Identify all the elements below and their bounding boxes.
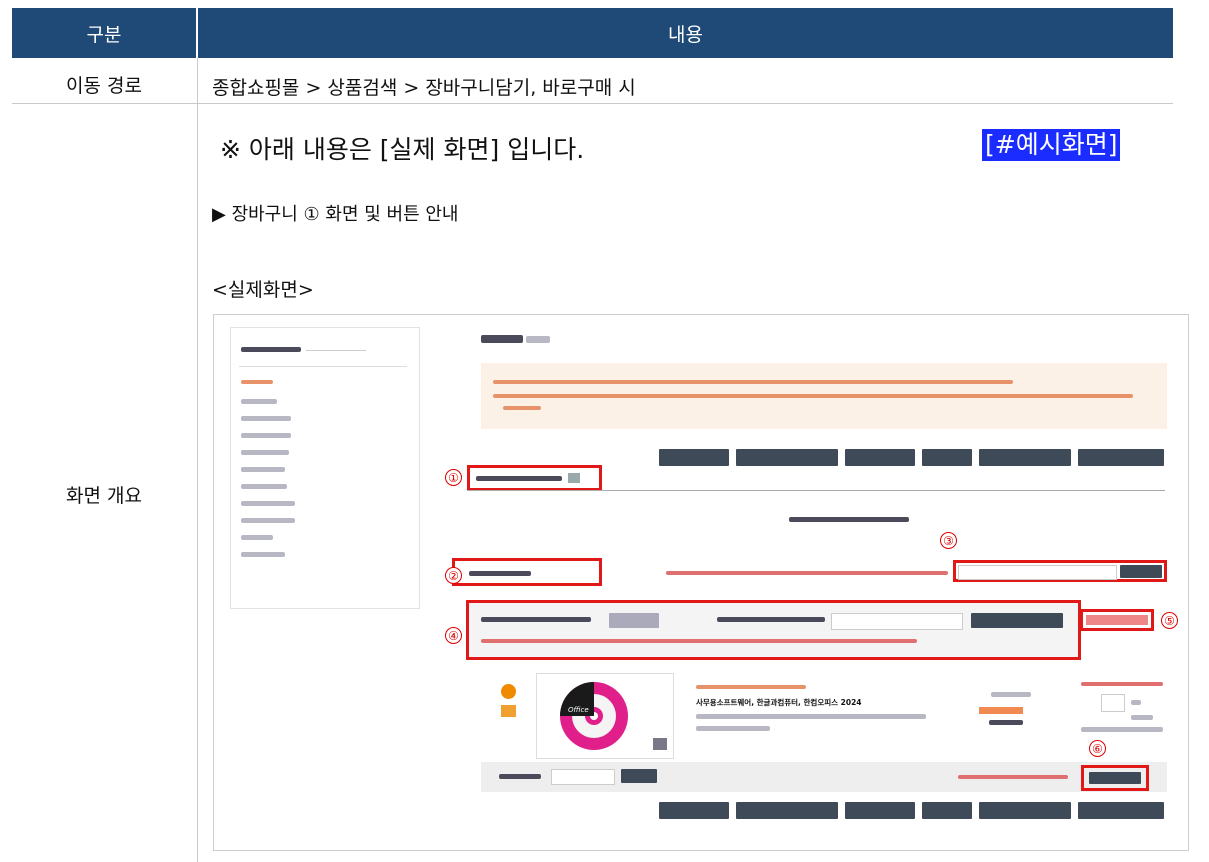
- navigation-path: 종합쇼핑몰 > 상품검색 > 장바구니담기, 바로구매 시: [212, 77, 636, 99]
- marker-box-1: [467, 465, 602, 491]
- marker-6: ⑥: [1089, 740, 1106, 757]
- real-screen-note: ※ 아래 내용은 [실제 화면] 입니다.: [220, 135, 585, 164]
- product-name: 사무용소프트웨어, 한글과컴퓨터, 한컴오피스 2024: [696, 698, 862, 707]
- marker-3: ③: [940, 532, 957, 549]
- section-title: ▶ 장바구니 ① 화면 및 버튼 안내: [212, 204, 459, 225]
- sidebar-menu: [230, 327, 420, 609]
- product-thumb-label: Office: [568, 706, 589, 714]
- row-label-path: 이동 경로: [66, 74, 142, 97]
- marker-box-4: [466, 600, 1081, 660]
- screen-caption: <실제화면>: [212, 279, 314, 301]
- marker-box-3: [953, 560, 1167, 582]
- marker-box-2: [452, 558, 602, 586]
- marker-2: ②: [445, 567, 462, 584]
- marker-box-6: [1081, 765, 1149, 791]
- cart-screenshot: ① ② ③ ④ ⑤ Office 사무용소프트웨어, 한글과컴퓨터, 한컴오피스…: [213, 314, 1189, 851]
- cart-notice-box: [481, 363, 1167, 429]
- marker-5: ⑤: [1161, 612, 1178, 629]
- cart-product-row: Office 사무용소프트웨어, 한글과컴퓨터, 한컴오피스 2024: [481, 670, 1167, 762]
- row-divider: [12, 103, 1173, 104]
- row-label-overview: 화면 개요: [66, 484, 142, 507]
- header-label-content: 내용: [668, 23, 703, 46]
- cart-summary-bar: [481, 762, 1167, 792]
- header-label-category: 구분: [86, 23, 122, 46]
- marker-4: ④: [445, 627, 462, 644]
- marker-1: ①: [445, 469, 462, 486]
- product-thumbnail: Office: [536, 673, 674, 759]
- column-divider: [197, 58, 198, 862]
- table-header-col2: 내용: [198, 8, 1173, 58]
- marker-box-5: [1080, 609, 1154, 631]
- table-header-col1: 구분: [12, 8, 196, 58]
- example-screen-link[interactable]: [#예시화면]: [982, 129, 1121, 161]
- office-disc-icon: [560, 682, 667, 750]
